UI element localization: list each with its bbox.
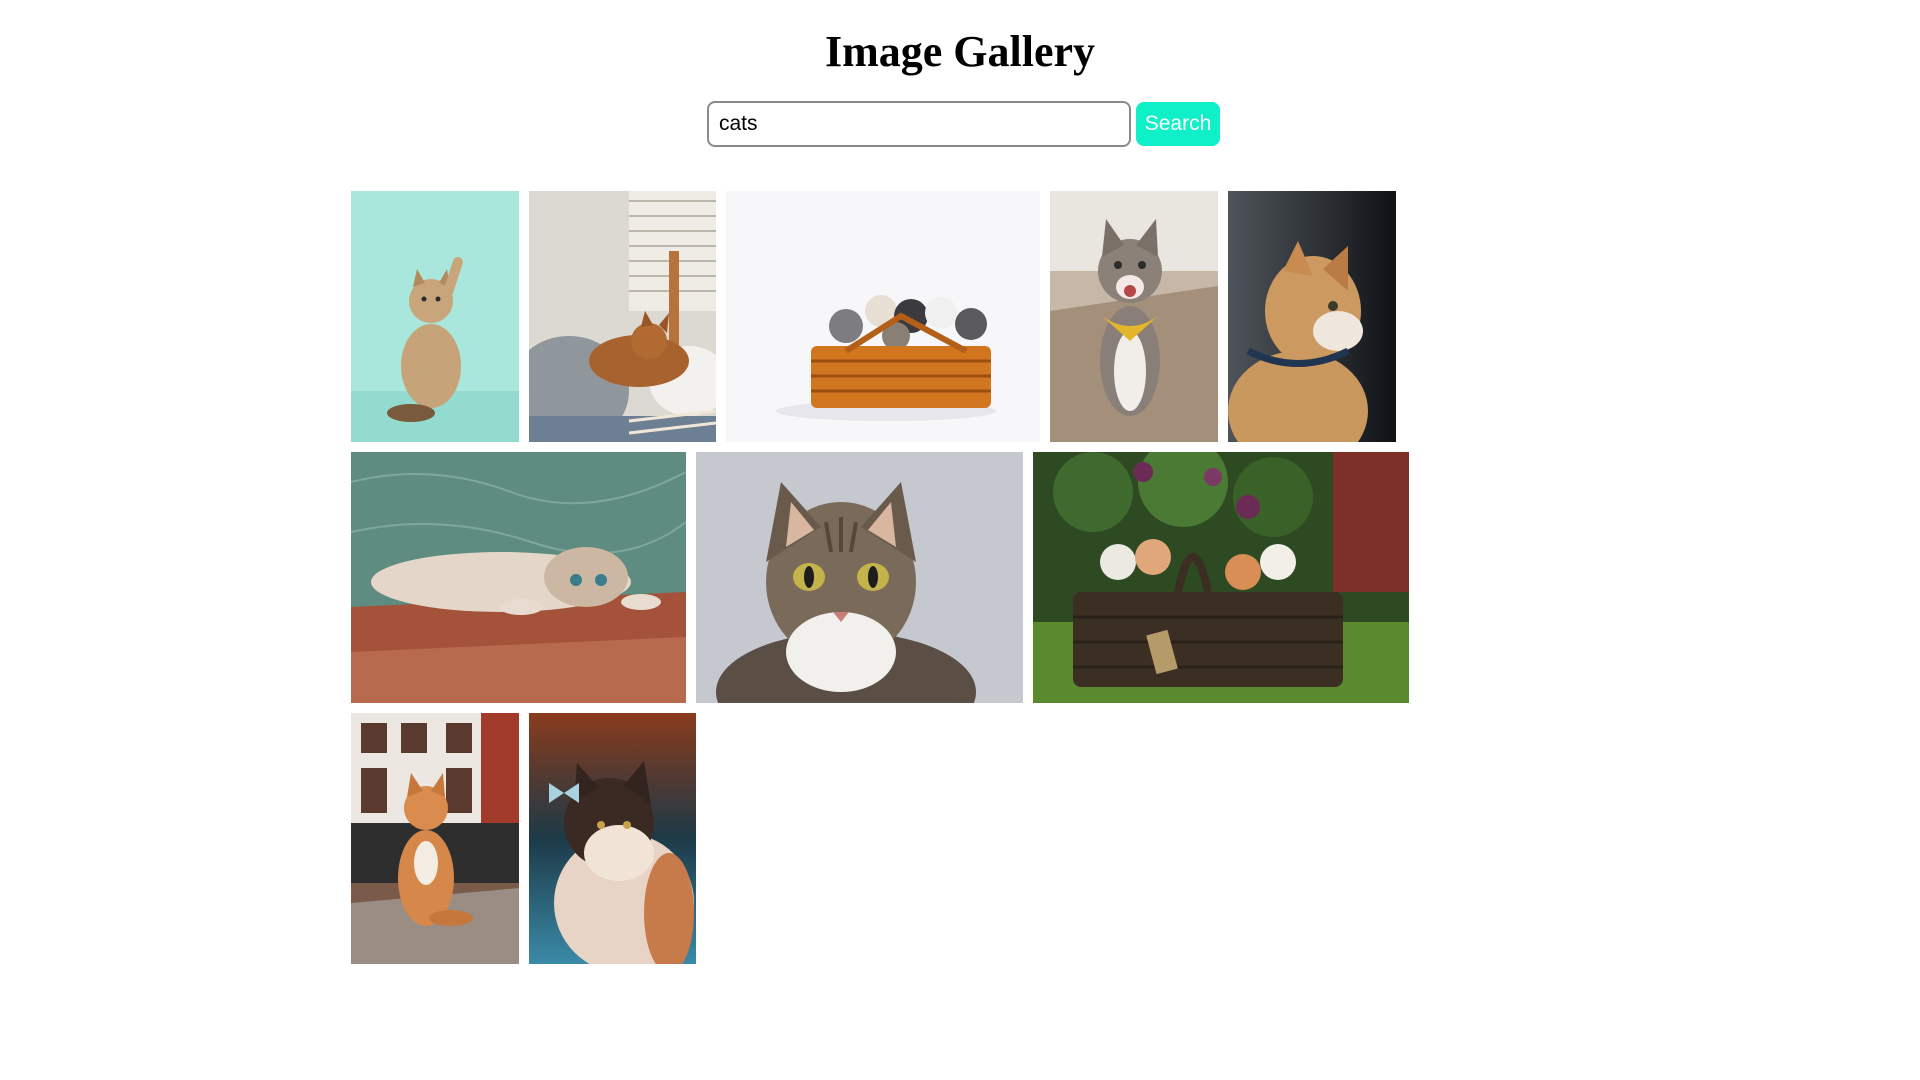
search-input[interactable] <box>707 101 1131 147</box>
page-title: Image Gallery <box>824 27 1096 76</box>
gallery-row <box>351 452 1411 703</box>
gallery-image-fluffy-cat-butterfly[interactable] <box>529 713 696 964</box>
gallery-image-kittens-in-basket[interactable] <box>726 191 1040 442</box>
gallery-image-cat-profile-collar[interactable] <box>1228 191 1396 442</box>
search-bar: Search <box>707 101 1220 147</box>
gallery-image-orange-cat-street[interactable] <box>351 713 519 964</box>
gallery-image-tabby-cat-portrait[interactable] <box>696 452 1023 703</box>
gallery-row <box>351 191 1411 442</box>
gallery-image-cat-yellow-bandana[interactable] <box>1050 191 1218 442</box>
search-button[interactable]: Search <box>1136 102 1220 146</box>
gallery-image-cat-raising-paw[interactable] <box>351 191 519 442</box>
gallery-image-sleeping-orange-cat[interactable] <box>529 191 716 442</box>
image-gallery <box>351 191 1411 974</box>
gallery-page: Image Gallery Search <box>0 0 1920 1080</box>
gallery-row <box>351 713 1411 964</box>
gallery-image-kittens-basket-grass[interactable] <box>1033 452 1409 703</box>
gallery-image-cat-lying-upside-down[interactable] <box>351 452 686 703</box>
